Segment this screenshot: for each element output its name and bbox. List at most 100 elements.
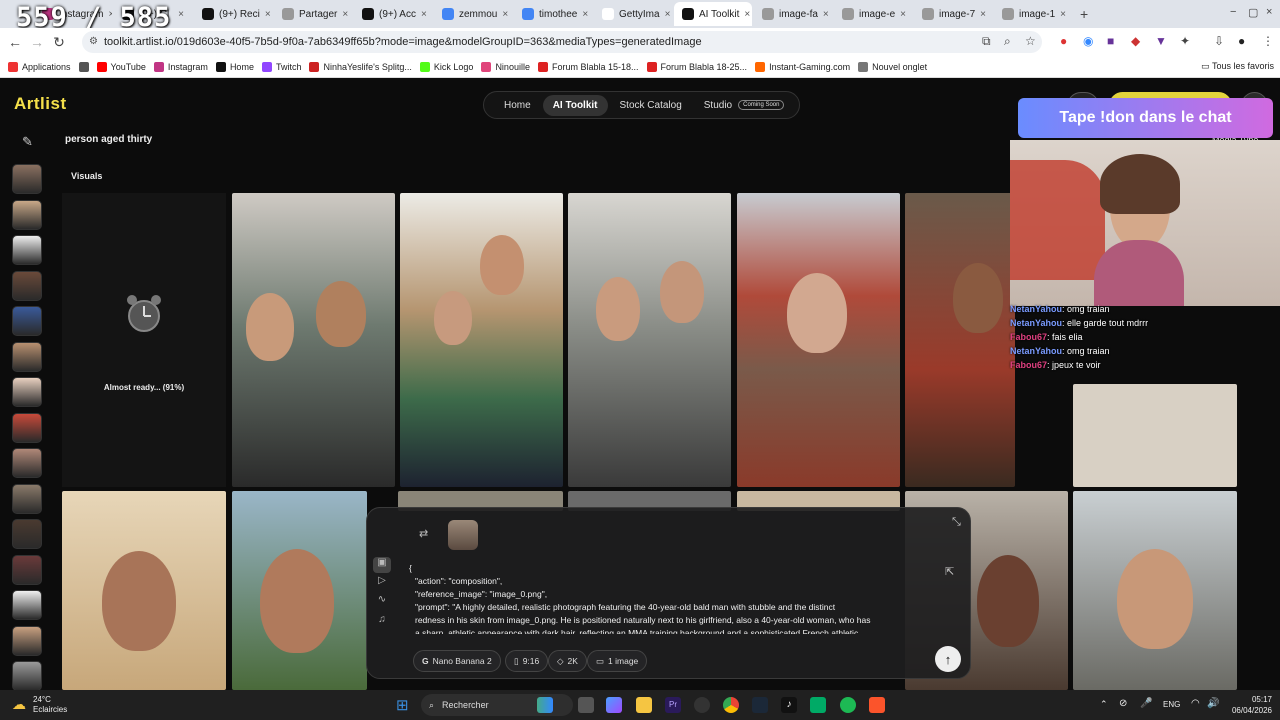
history-thumbnail[interactable] [12,341,42,372]
history-thumbnail[interactable] [12,199,42,230]
bookmark-item[interactable]: Forum Blabla 15-18... [537,61,639,72]
volume-icon[interactable]: 🔊 [1207,698,1219,709]
bookmark-item[interactable]: Forum Blabla 18-25... [646,61,747,72]
history-thumbnail[interactable] [12,519,42,549]
collapse-icon[interactable]: ⤡ [952,516,961,529]
bookmark-item[interactable]: Applications [8,61,71,72]
bookmark-star-icon[interactable]: ☆ [1025,34,1036,48]
browser-tab[interactable]: (9+) Reci × [194,2,272,26]
browser-tab[interactable]: Partager × [274,2,352,26]
tab-close-icon[interactable]: × [665,9,671,20]
history-thumbnail[interactable] [12,164,42,194]
generated-image[interactable] [62,491,226,690]
generated-image[interactable] [905,193,1015,487]
app-icon[interactable] [810,697,826,713]
tab-close-icon[interactable]: × [265,9,271,20]
browser-menu-icon[interactable]: ⋮ [1262,34,1274,48]
image-mode-icon[interactable]: ▣ [373,557,391,573]
tab-close-icon[interactable]: × [178,9,184,20]
generated-image[interactable] [568,193,731,487]
tab-close-icon[interactable]: × [421,9,427,20]
enhance-prompt-icon[interactable]: ⇱ [945,565,954,578]
url-field[interactable]: ⚙ toolkit.artlist.io/019d603e-40f5-7b5d-… [82,31,1042,53]
aspect-ratio-chip[interactable]: ▯ 9:16 [505,650,549,672]
history-thumbnail[interactable] [12,377,42,407]
extension-icon[interactable]: ● [1060,34,1067,48]
reload-icon[interactable]: ↻ [48,34,70,51]
extension-icon[interactable]: ◉ [1083,34,1093,48]
browser-tab[interactable]: timothee × [514,2,592,26]
extension-icon[interactable]: ▼ [1155,34,1167,48]
bookmark-item[interactable] [78,61,89,72]
generated-image[interactable] [1073,491,1237,690]
wifi-icon[interactable]: ◠ [1191,698,1200,709]
extension-icon[interactable]: ■ [1107,34,1114,48]
swap-icon[interactable]: ⇄ [419,527,428,540]
copilot-icon[interactable] [606,697,622,713]
tiktok-icon[interactable]: ♪ [781,697,797,713]
weather-widget[interactable]: 24°C Eclaircies [33,695,67,715]
clock[interactable]: 05:17 06/04/2026 [1226,694,1272,716]
tray-chevron-icon[interactable]: ⌃ [1100,699,1108,710]
new-tab-button[interactable]: + [1080,6,1088,22]
music-mode-icon[interactable]: ♫ [373,614,391,630]
translate-icon[interactable]: ⧉ [982,34,991,49]
history-thumbnail[interactable] [12,306,42,336]
back-icon[interactable]: ← [4,34,26,50]
history-thumbnail[interactable] [12,661,42,691]
generated-image[interactable] [232,193,395,487]
extension-icon[interactable]: ◆ [1131,34,1140,48]
tab-close-icon[interactable]: × [980,9,986,20]
video-mode-icon[interactable]: ▷ [373,575,391,591]
tab-close-icon[interactable]: × [744,9,750,20]
browser-tab[interactable]: image-fa × [754,2,832,26]
bookmark-item[interactable]: Kick Logo [419,61,473,72]
extensions-puzzle-icon[interactable]: ✦ [1180,34,1190,48]
history-thumbnail[interactable] [12,270,42,301]
history-thumbnail[interactable] [12,554,42,585]
profile-icon[interactable]: ● [1238,34,1245,48]
prompt-text-area[interactable]: {"action": "composition", "reference_imag… [409,562,929,634]
generated-image[interactable] [232,491,367,690]
tab-close-icon[interactable]: × [823,9,829,20]
browser-tab[interactable]: image-1 × [994,2,1072,26]
reference-image-thumbnail[interactable] [448,520,478,550]
browser-tab[interactable]: image-7 × [914,2,992,26]
bookmark-item[interactable]: Twitch [261,61,301,72]
microphone-icon[interactable]: 🎤 [1140,698,1152,709]
network-icon[interactable]: ⊘ [1119,698,1127,709]
tab-close-icon[interactable]: × [502,9,508,20]
nav-studio[interactable]: Studio [694,95,742,116]
browser-tab[interactable]: (9+) Acc × [354,2,432,26]
site-info-icon[interactable]: ⚙ [89,36,98,47]
download-icon[interactable]: ⇩ [1214,34,1224,48]
generated-image[interactable] [737,193,900,487]
tab-close-icon[interactable]: × [1060,9,1066,20]
history-thumbnail[interactable] [12,448,42,478]
bookmark-item[interactable]: Ninouille [481,61,530,72]
model-selector-chip[interactable]: G Nano Banana 2 [413,650,501,672]
tab-close-icon[interactable]: × [342,9,348,20]
maximize-icon[interactable]: ▢ [1248,6,1258,19]
forward-icon[interactable]: → [26,34,48,50]
all-bookmarks[interactable]: ▭ Tous les favoris [1201,61,1274,72]
artlist-logo[interactable]: Artlist [14,94,67,114]
premiere-pro-icon[interactable]: Pr [665,697,681,713]
bookmark-item[interactable]: Instant-Gaming.com [755,61,850,72]
spotify-icon[interactable] [840,697,856,713]
bookmark-item[interactable]: NinhaYeslife's Splitg... [309,61,412,72]
audio-mode-icon[interactable]: ∿ [373,594,391,610]
bookmark-item[interactable]: Home [215,61,254,72]
bookmark-item[interactable]: YouTube [96,61,146,72]
image-count-chip[interactable]: ▭ 1 image [587,650,648,672]
github-icon[interactable] [694,697,710,713]
minimize-icon[interactable]: − [1230,6,1236,18]
file-explorer-icon[interactable] [636,697,652,713]
nav-ai-toolkit[interactable]: AI Toolkit [542,94,608,116]
browser-tab[interactable]: image-e × [834,2,912,26]
nav-stock-catalog[interactable]: Stock Catalog [610,95,692,116]
browser-tab[interactable]: zemmou × [434,2,512,26]
task-view-icon[interactable] [578,697,594,713]
steam-icon[interactable] [752,697,768,713]
history-thumbnail[interactable] [12,590,42,620]
